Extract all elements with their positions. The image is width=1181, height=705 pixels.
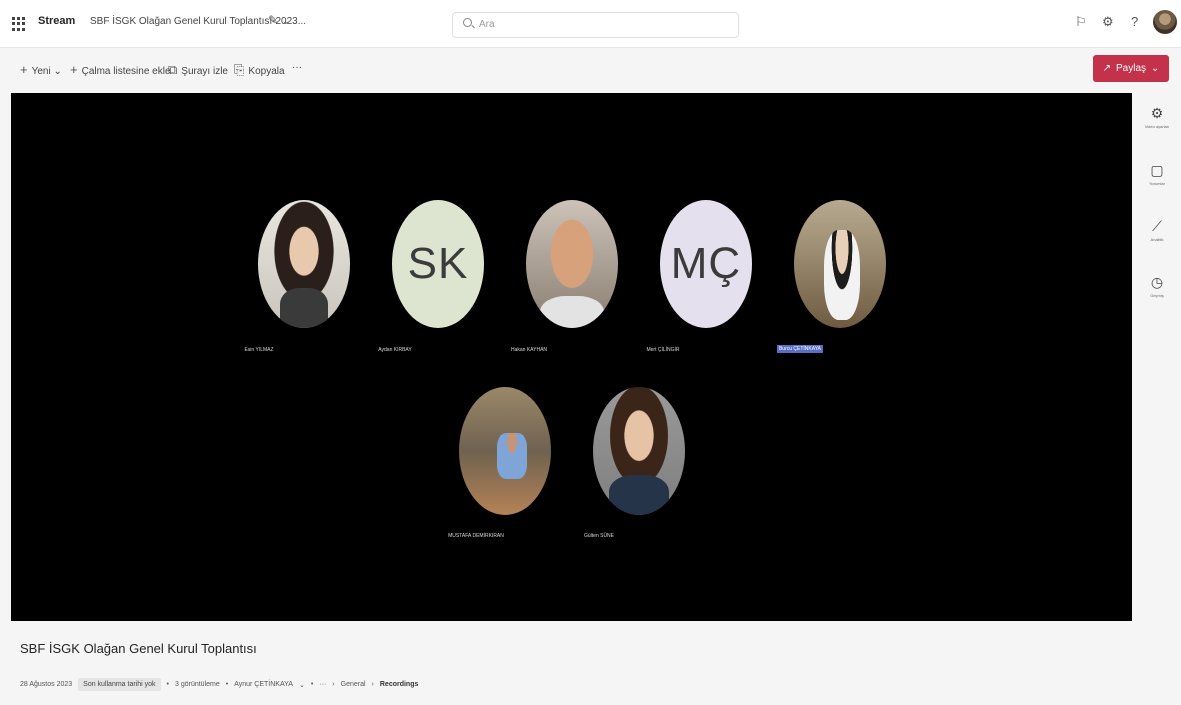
app-name[interactable]: Stream bbox=[38, 15, 75, 27]
participant-name: MUSTAFA DEMİRKIRAN bbox=[448, 533, 504, 539]
participant-photo bbox=[593, 387, 685, 515]
new-label: Yeni bbox=[31, 66, 51, 77]
add-to-playlist-label: Çalma listesine ekle bbox=[81, 66, 171, 77]
user-avatar[interactable] bbox=[1153, 10, 1177, 34]
participant-initials: MÇ bbox=[660, 200, 752, 328]
chevron-down-icon[interactable]: ⌄ bbox=[299, 681, 305, 689]
participant-photo bbox=[526, 200, 618, 328]
participant-tile: SK bbox=[391, 200, 485, 330]
breadcrumb-chevron-icon: › bbox=[371, 681, 374, 688]
breadcrumb-recordings[interactable]: Recordings bbox=[380, 681, 419, 688]
chevron-down-icon[interactable]: ⌄ bbox=[282, 16, 290, 27]
participant-tile: MÇ bbox=[659, 200, 753, 330]
separator-dot: • bbox=[225, 681, 229, 688]
participant-name: Mert ÇİLİNGİR bbox=[646, 347, 680, 353]
screen-icon: ⧉ bbox=[168, 62, 178, 77]
rail-comments[interactable]: ▢ Yorumlar bbox=[1140, 162, 1174, 186]
settings-icon[interactable]: ⚙ bbox=[1102, 14, 1114, 30]
app-launcher-icon[interactable] bbox=[12, 17, 26, 31]
publish-date: 28 Ağustos 2023 bbox=[20, 681, 73, 688]
comments-icon: ▢ bbox=[1150, 162, 1164, 178]
edit-pencil-icon[interactable]: ✎ bbox=[268, 13, 278, 27]
plus-icon: + bbox=[70, 62, 78, 77]
top-bar: Stream SBF İSGK Olağan Genel Kurul Topla… bbox=[0, 0, 1181, 48]
watch-label: Şurayı izle bbox=[181, 66, 228, 77]
video-settings-icon: ⚙ bbox=[1150, 105, 1164, 121]
participant-photo bbox=[258, 200, 350, 328]
rail-analytics[interactable]: ⟋ Analitik bbox=[1140, 218, 1174, 242]
metadata-row: 28 Ağustos 2023 Son kullanma tarihi yok … bbox=[20, 678, 418, 691]
plus-icon: + bbox=[20, 62, 28, 77]
separator-dot: • bbox=[310, 681, 314, 688]
participant-name: Gülten SÜNE bbox=[583, 533, 615, 539]
breadcrumb-chevron-icon: › bbox=[332, 681, 335, 688]
participant-initials: SK bbox=[392, 200, 484, 328]
page-title: SBF İSGK Olağan Genel Kurul Toplantısı bbox=[20, 641, 257, 656]
participant-photo bbox=[794, 200, 886, 328]
owner-name[interactable]: Aynur ÇETİNKAYA bbox=[234, 681, 293, 688]
new-button[interactable]: + Yeni ⌄ bbox=[20, 62, 62, 77]
participant-name: Esin YILMAZ bbox=[244, 347, 274, 353]
history-icon: ◷ bbox=[1150, 274, 1164, 290]
search-placeholder: Ara bbox=[479, 19, 495, 30]
rail-history[interactable]: ◷ Geçmiş bbox=[1140, 274, 1174, 298]
view-count: 3 görüntüleme bbox=[174, 681, 220, 688]
feedback-icon[interactable]: ⚐ bbox=[1075, 14, 1087, 30]
copy-button[interactable]: ⎘ Kopyala bbox=[234, 62, 285, 78]
breadcrumb-general[interactable]: General bbox=[341, 681, 366, 688]
rail-label: Analitik bbox=[1150, 237, 1164, 242]
video-player[interactable]: SK MÇ Esin YILMAZ Aydan KIRBAY Hakan KAY… bbox=[11, 93, 1132, 621]
rail-label: Yorumlar bbox=[1149, 181, 1165, 186]
separator-dot: • bbox=[166, 681, 169, 688]
share-label: Paylaş bbox=[1115, 63, 1146, 74]
watch-button[interactable]: ⧉ Şurayı izle bbox=[168, 62, 228, 78]
rail-label: Geçmiş bbox=[1150, 293, 1164, 298]
help-icon[interactable]: ? bbox=[1131, 14, 1138, 29]
command-bar: + Yeni ⌄ + Çalma listesine ekle ⧉ Şurayı iz… bbox=[0, 50, 1181, 86]
share-button[interactable]: ↗ Paylaş ⌄ bbox=[1093, 55, 1169, 82]
participant-tile bbox=[793, 200, 887, 330]
participant-tile bbox=[525, 200, 619, 330]
expiration-chip[interactable]: Son kullanma tarihi yok bbox=[78, 678, 161, 691]
breadcrumb-more[interactable]: ··· bbox=[319, 681, 326, 688]
participant-name: Aydan KIRBAY bbox=[378, 347, 412, 353]
rail-video-settings[interactable]: ⚙ Video ayarları bbox=[1140, 105, 1174, 129]
chevron-down-icon: ⌄ bbox=[1151, 63, 1160, 74]
copy-label: Kopyala bbox=[248, 66, 285, 77]
participant-tile bbox=[257, 200, 351, 330]
participant-photo bbox=[459, 387, 551, 515]
participant-tile bbox=[458, 387, 552, 517]
more-button[interactable]: ··· bbox=[292, 62, 302, 73]
analytics-icon: ⟋ bbox=[1152, 218, 1162, 234]
participant-name: Hakan KAYHAN bbox=[510, 347, 548, 353]
rail-label: Video ayarları bbox=[1144, 124, 1170, 129]
participant-tile bbox=[592, 387, 686, 517]
participant-name-highlighted: Burcu ÇETİNKAYA bbox=[776, 345, 824, 353]
add-to-playlist-button[interactable]: + Çalma listesine ekle bbox=[70, 62, 171, 77]
share-icon: ↗ bbox=[1102, 63, 1111, 74]
search-box[interactable]: Ara bbox=[452, 12, 739, 38]
search-icon bbox=[463, 18, 472, 27]
copy-icon: ⎘ bbox=[234, 62, 245, 77]
